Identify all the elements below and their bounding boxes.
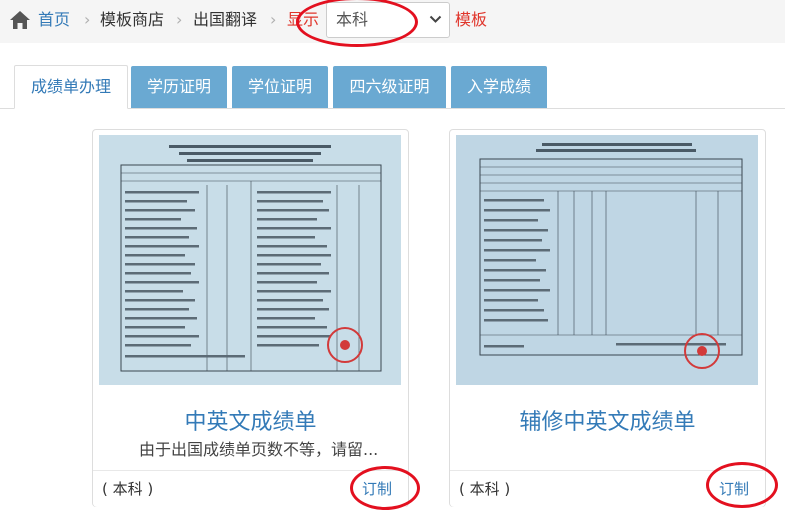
breadcrumb-separator: ›	[270, 10, 277, 29]
template-label: 模板	[455, 10, 488, 29]
card-footer: ( 本科 ) 订制	[93, 470, 408, 507]
card-footer: ( 本科 ) 订制	[450, 470, 765, 507]
order-button[interactable]: 订制	[719, 479, 749, 499]
tab-education-certificate[interactable]: 学历证明	[131, 66, 227, 108]
show-label: 显示	[287, 10, 320, 29]
card-description: 由于出国成绩单页数不等，请留...	[139, 440, 379, 459]
tab-degree-certificate[interactable]: 学位证明	[232, 66, 328, 108]
tab-admission-scores[interactable]: 入学成绩	[451, 66, 547, 108]
card-level: ( 本科 )	[459, 480, 511, 498]
level-select[interactable]: 本科	[326, 2, 450, 38]
breadcrumb-home-link[interactable]: 首页	[38, 9, 70, 31]
card-title[interactable]: 辅修中英文成绩单	[450, 408, 765, 438]
level-select-value: 本科	[336, 10, 369, 29]
breadcrumb: 首页 › 模板商店 › 出国翻译 › 显示 本科 模板	[0, 0, 785, 43]
breadcrumb-separator: ›	[176, 10, 183, 29]
template-thumbnail[interactable]	[456, 135, 758, 385]
template-card[interactable]: 中英文成绩单 由于出国成绩单页数不等，请留... ( 本科 ) 订制	[92, 129, 409, 507]
breadcrumb-store[interactable]: 模板商店	[100, 9, 164, 31]
chevron-down-icon	[429, 15, 442, 23]
tab-transcript[interactable]: 成绩单办理	[14, 65, 128, 109]
home-icon[interactable]	[9, 10, 31, 30]
template-card[interactable]: 辅修中英文成绩单 ( 本科 ) 订制	[449, 129, 766, 507]
order-button[interactable]: 订制	[362, 479, 392, 499]
tab-cet-certificate[interactable]: 四六级证明	[333, 66, 446, 108]
card-level: ( 本科 )	[102, 480, 154, 498]
breadcrumb-category[interactable]: 出国翻译	[193, 9, 257, 31]
card-title[interactable]: 中英文成绩单	[93, 408, 408, 438]
breadcrumb-separator: ›	[84, 10, 91, 29]
template-thumbnail[interactable]	[99, 135, 401, 385]
